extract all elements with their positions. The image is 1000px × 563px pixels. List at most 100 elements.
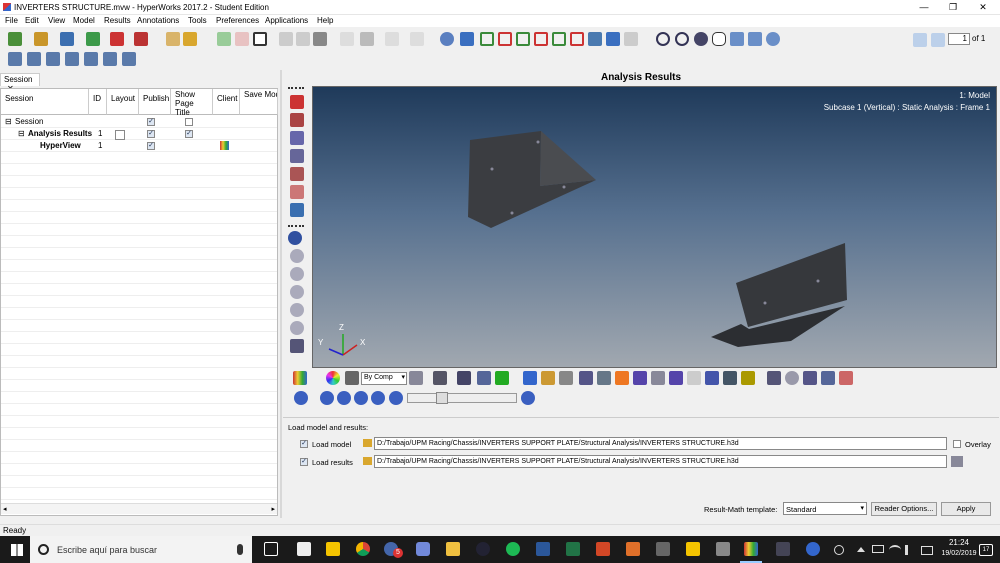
next-page-icon[interactable] [931,33,945,47]
people-icon[interactable] [834,545,844,555]
publish-checkbox[interactable]: ✓ [147,142,155,150]
animation-slider[interactable] [407,392,517,404]
forward-icon[interactable] [389,391,403,405]
column-session[interactable]: Session [1,89,89,115]
eye-link-icon[interactable] [290,303,304,317]
color-wheel-icon[interactable] [326,371,340,385]
component-icon[interactable] [345,371,359,385]
tree-expander-icon[interactable]: ⊟ [5,117,12,126]
horizontal-scrollbar[interactable]: ◂ ▸ [1,503,277,514]
mesh-icon[interactable] [409,371,423,385]
apply-button[interactable]: Apply [941,502,991,516]
zoom-in-icon[interactable] [656,32,670,46]
window-sync-icon[interactable] [296,32,310,46]
eye-filter-icon[interactable] [290,267,304,281]
copy-icon[interactable] [360,32,374,46]
slider-thumb[interactable] [436,392,448,404]
wifi-icon[interactable] [889,545,901,555]
taskbar-time[interactable]: 21:24 [943,538,975,547]
results-path-input[interactable]: D:/Trabajo/UPM Racing/Chassis/INVERTERS … [374,455,947,468]
page-6-icon[interactable] [103,52,117,66]
scroll-right-icon[interactable]: ▸ [271,505,275,513]
rewind-icon[interactable] [320,391,334,405]
notes-icon[interactable] [651,371,665,385]
features-icon[interactable] [457,371,471,385]
iso-view-icon[interactable] [588,32,602,46]
menu-file[interactable]: File [5,16,18,25]
monitor-icon[interactable] [290,203,304,217]
page-1-icon[interactable] [8,52,22,66]
import-icon[interactable] [86,32,100,46]
tray-up-icon[interactable] [857,547,865,552]
measure-icon[interactable] [290,185,304,199]
zoom-out-icon[interactable] [675,32,689,46]
solidworks-icon[interactable] [656,542,670,556]
tree-row-analysis-results[interactable]: ⊟ Analysis Results 1 ✓ ✓ [1,128,277,140]
exploded-view-icon[interactable] [290,167,304,181]
calendar-app-icon[interactable] [297,542,311,556]
scroll-left-icon[interactable]: ◂ [3,505,7,513]
show-title-checkbox[interactable] [185,118,193,126]
page-3-icon[interactable] [46,52,60,66]
page-7-icon[interactable] [122,52,136,66]
load-results-checkbox[interactable]: ✓ [300,458,308,466]
display-icon[interactable] [290,95,304,109]
hyperview-task-icon[interactable] [744,542,758,556]
page-layout-icon[interactable] [253,32,267,46]
derived-load-icon[interactable] [723,371,737,385]
table-icon[interactable] [290,339,304,353]
menu-help[interactable]: Help [317,16,333,25]
column-show-page-title[interactable]: Show Page Title [171,89,213,117]
page-number-input[interactable]: 1 [948,33,970,45]
page-add-icon[interactable] [217,32,231,46]
reader-settings-icon[interactable] [951,456,963,467]
paste-icon[interactable] [385,32,399,46]
eye-icon[interactable] [290,249,304,263]
maximize-button[interactable]: ❐ [939,0,967,15]
menu-model[interactable]: Model [73,16,95,25]
column-id[interactable]: ID [89,89,107,115]
tools-icon[interactable] [767,371,781,385]
app-icon[interactable] [776,542,790,556]
layer-icon[interactable] [288,231,302,245]
pan-hand-icon[interactable] [712,32,726,46]
iso-icon[interactable] [597,371,611,385]
contour-icon[interactable] [293,371,307,385]
chrome-icon[interactable] [356,542,370,556]
column-layout[interactable]: Layout [107,89,139,115]
measure-tool-icon[interactable] [705,371,719,385]
windows-start-icon[interactable] [11,544,23,556]
ppt-export-icon[interactable] [134,32,148,46]
spin-icon[interactable] [766,32,780,46]
fit-icon[interactable] [460,32,474,46]
cut-icon[interactable] [340,32,354,46]
column-save-model-file[interactable]: Save Model File [240,89,278,115]
capture-icon[interactable] [313,32,327,46]
zoom-icon[interactable] [440,32,454,46]
view-x-icon[interactable] [480,32,494,46]
view-z-icon[interactable] [552,32,566,46]
keyboard-icon[interactable] [921,546,933,555]
menu-preferences[interactable]: Preferences [216,16,259,25]
legend-icon[interactable] [615,371,629,385]
comment-icon[interactable] [785,371,799,385]
menu-view[interactable]: View [48,16,65,25]
model-path-input[interactable]: D:/Trabajo/UPM Racing/Chassis/INVERTERS … [374,437,947,450]
menu-results[interactable]: Results [104,16,131,25]
user-icon[interactable] [166,32,180,46]
publish-checkbox[interactable]: ✓ [147,130,155,138]
task-view-icon[interactable] [264,542,278,556]
stress-icon[interactable] [821,371,835,385]
layout-checkbox[interactable] [115,130,125,140]
powerpoint-icon[interactable] [596,542,610,556]
transparency-icon[interactable] [477,371,491,385]
reader-options-button[interactable]: Reader Options... [871,502,937,516]
folder-icon[interactable] [363,457,372,465]
view-list-icon[interactable] [606,32,620,46]
steam-icon[interactable] [476,542,490,556]
taskbar-search[interactable]: Escribe aquí para buscar [30,536,252,563]
step-back-icon[interactable] [337,391,351,405]
system-icon[interactable] [687,371,701,385]
section-cut-icon[interactable] [290,149,304,163]
tree-row-session[interactable]: ⊟ Session ✓ [1,116,277,128]
